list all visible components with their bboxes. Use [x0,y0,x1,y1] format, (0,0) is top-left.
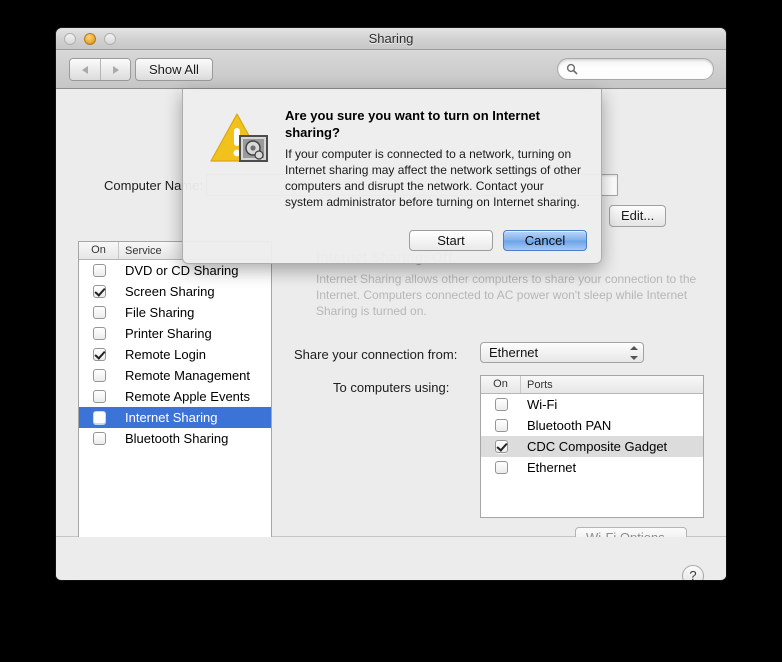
service-row[interactable]: File Sharing [79,302,271,323]
service-checkbox-cell [79,264,119,277]
services-column-service: Service [125,244,162,257]
window-controls [64,33,116,45]
ports-column-on: On [481,376,521,393]
port-checkbox-cell [481,398,521,411]
service-checkbox[interactable] [92,327,106,340]
service-checkbox[interactable] [92,306,106,319]
service-checkbox-cell [79,285,119,298]
toolbar: Show All [56,50,726,89]
port-checkbox-cell [481,461,521,474]
share-connection-from-label: Share your connection from: [294,347,458,362]
share-connection-from-select[interactable]: Ethernet [480,342,644,363]
service-checkbox-cell [79,432,119,445]
service-checkbox[interactable] [92,411,106,424]
search-icon [566,63,578,75]
service-checkbox-cell [79,390,119,403]
service-label: Screen Sharing [125,284,215,299]
ports-list-header: On Ports [481,376,703,394]
service-label: Bluetooth Sharing [125,431,229,446]
port-checkbox-cell [481,440,521,453]
service-row[interactable]: Remote Login [79,344,271,365]
service-label: Internet Sharing [125,410,218,425]
services-list[interactable]: On Service DVD or CD Sharing Screen Shari… [78,241,272,580]
edit-computer-name-button[interactable]: Edit... [609,205,667,227]
sheet-body: If your computer is connected to a netwo… [285,147,581,209]
service-checkbox-cell [79,369,119,382]
service-row[interactable]: Internet Sharing [79,407,271,428]
start-button[interactable]: Start [409,230,493,251]
port-row[interactable]: Wi-Fi [481,394,703,415]
service-checkbox-cell [79,327,119,340]
service-checkbox[interactable] [92,390,106,403]
service-checkbox-cell [79,348,119,361]
port-row[interactable]: Ethernet [481,457,703,478]
service-label: Remote Apple Events [125,389,251,404]
internet-sharing-description: Internet Sharing allows other computers … [316,272,697,318]
port-row[interactable]: CDC Composite Gadget [481,436,703,457]
port-checkbox[interactable] [494,398,508,411]
ports-column-ports: Ports [527,378,553,391]
to-computers-using-label: To computers using: [333,380,450,395]
service-checkbox[interactable] [92,432,106,445]
service-label: Remote Login [125,347,206,362]
sharing-preferences-window: Sharing Show All Computer Name: Edit... [56,28,726,580]
port-checkbox-cell [481,419,521,432]
port-checkbox[interactable] [494,461,508,474]
zoom-button[interactable] [104,33,116,45]
ports-rows: Wi-Fi Bluetooth PAN CDC Composite Gadget Et… [481,394,703,478]
service-row[interactable]: Remote Management [79,365,271,386]
service-row[interactable]: Bluetooth Sharing [79,428,271,449]
service-checkbox-cell [79,411,119,424]
port-row[interactable]: Bluetooth PAN [481,415,703,436]
sheet-buttons: Start Cancel [409,230,587,251]
window-title: Sharing [368,31,414,46]
service-checkbox-cell [79,306,119,319]
forward-button[interactable] [100,59,130,80]
port-label: CDC Composite Gadget [527,439,668,454]
search-field[interactable] [557,58,714,80]
cancel-button[interactable]: Cancel [503,230,587,251]
chevron-right-icon [112,65,119,74]
service-row[interactable]: Screen Sharing [79,281,271,302]
navigation-buttons [69,58,131,81]
service-checkbox[interactable] [92,369,106,382]
chevron-left-icon [82,65,88,74]
port-label: Ethernet [527,460,577,475]
service-label: File Sharing [125,305,195,320]
port-checkbox[interactable] [494,440,508,453]
close-button[interactable] [64,33,76,45]
help-button[interactable]: ? [682,565,704,580]
service-label: DVD or CD Sharing [125,263,239,278]
service-label: Remote Management [125,368,251,383]
service-label: Printer Sharing [125,326,212,341]
service-checkbox[interactable] [92,348,106,361]
service-checkbox[interactable] [92,285,106,298]
service-row[interactable]: Remote Apple Events [79,386,271,407]
port-label: Bluetooth PAN [527,418,612,433]
bottom-bar: ? [56,537,726,580]
title-bar[interactable]: Sharing [56,28,726,50]
chevron-updown-icon [629,346,638,360]
share-connection-from-value: Ethernet [489,345,539,360]
service-row[interactable]: Printer Sharing [79,323,271,344]
sheet-heading: Are you sure you want to turn on Interne… [285,108,540,140]
minimize-button[interactable] [84,33,96,45]
preferences-content: Computer Name: Edit... On Service DVD or… [56,89,726,580]
services-column-on: On [79,242,119,259]
show-all-button[interactable]: Show All [135,58,213,81]
confirmation-sheet: Are you sure you want to turn on Interne… [182,89,602,264]
ports-list[interactable]: On Ports Wi-Fi Bluetooth PAN CDC Composite… [480,375,704,518]
warning-icon [209,111,271,167]
port-label: Wi-Fi [527,397,558,412]
service-checkbox[interactable] [92,264,106,277]
services-rows: DVD or CD Sharing Screen Sharing File Shar… [79,260,271,449]
back-button[interactable] [70,59,100,80]
port-checkbox[interactable] [494,419,508,432]
